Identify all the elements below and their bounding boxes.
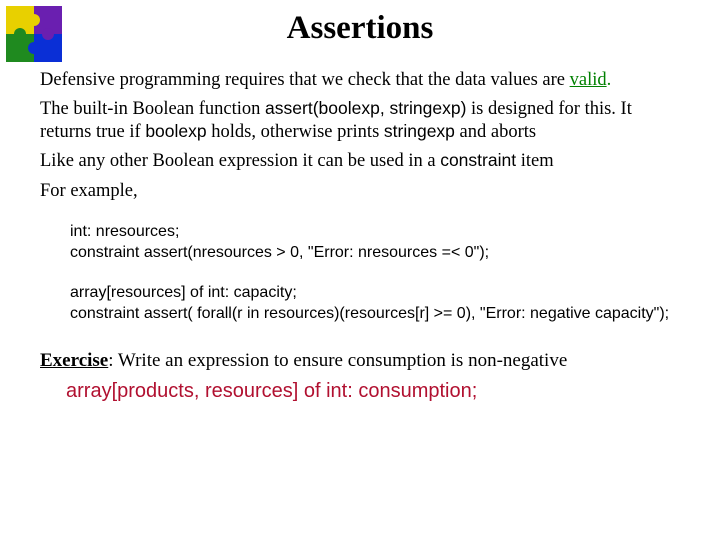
code-line: array[resources] of int: capacity; [70, 282, 680, 304]
exercise-label: Exercise [40, 350, 108, 371]
spacer [70, 264, 680, 282]
exercise-code: array[products, resources] of int: consu… [40, 379, 680, 404]
assert-signature: assert(boolexp, stringexp) [265, 98, 466, 118]
paragraph-valid: Defensive programming requires that we c… [40, 69, 680, 92]
text: . [607, 70, 612, 90]
code-line: constraint assert(nresources > 0, "Error… [70, 242, 680, 264]
slide-title: Assertions [0, 0, 720, 47]
paragraph-constraint: Like any other Boolean expression it can… [40, 150, 680, 173]
text: Defensive programming requires that we c… [40, 70, 570, 90]
exercise-block: Exercise: Write an expression to ensure … [40, 349, 680, 404]
paragraph-forexample: For example, [40, 180, 680, 203]
constraint-word: constraint [440, 150, 516, 170]
puzzle-logo-icon [6, 6, 62, 62]
paragraph-assert-fn: The built-in Boolean function assert(boo… [40, 98, 680, 144]
text: Like any other Boolean expression it can… [40, 151, 440, 171]
code-line: int: nresources; [70, 221, 680, 243]
code-example: int: nresources; constraint assert(nreso… [40, 209, 680, 325]
stringexp-word: stringexp [384, 121, 455, 141]
text: and aborts [455, 122, 536, 142]
valid-word: valid [570, 70, 607, 90]
text: item [516, 151, 554, 171]
boolexp-word: boolexp [145, 121, 206, 141]
exercise-text: : Write an expression to ensure consumpt… [108, 350, 567, 371]
text: holds, otherwise prints [207, 122, 384, 142]
code-line: constraint assert( forall(r in resources… [70, 303, 680, 325]
slide-body: Defensive programming requires that we c… [0, 69, 720, 404]
text: The built-in Boolean function [40, 99, 265, 119]
slide: Assertions Defensive programming require… [0, 0, 720, 540]
